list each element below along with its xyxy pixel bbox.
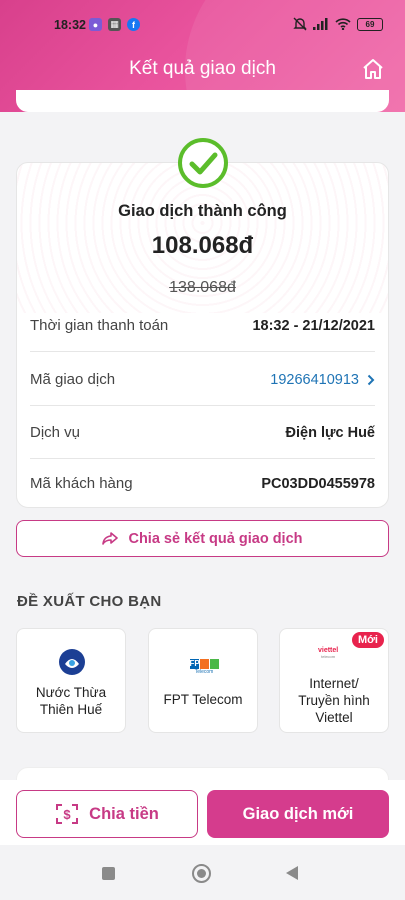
row-label: Thời gian thanh toán [30, 317, 169, 334]
recent-apps-button[interactable] [102, 867, 115, 880]
divider [30, 351, 375, 352]
status-bar: 18:32 ● ▦ f 69 [0, 0, 405, 48]
row-transaction-id[interactable]: Mã giao dịch 19266410913 [30, 353, 375, 406]
row-value: Điện lực Huế [285, 424, 375, 441]
battery-icon: 69 [357, 17, 383, 31]
row-label: Dịch vụ [30, 424, 81, 441]
battery-level: 69 [365, 19, 375, 29]
fpt-logo-icon: FPT Telecom [187, 659, 221, 675]
share-label: Chia sẻ kết quả giao dịch [128, 530, 303, 547]
split-bill-button[interactable]: $ Chia tiền [16, 790, 198, 838]
row-service: Dịch vụ Điện lực Huế [30, 406, 375, 459]
app-grid-icon: ▦ [108, 18, 121, 31]
success-check-icon [178, 138, 228, 188]
chevron-right-icon [367, 374, 375, 385]
split-bill-label: Chia tiền [89, 804, 159, 823]
back-nav-button[interactable] [286, 866, 298, 880]
suggestions-title: ĐỀ XUẤT CHO BẠN [17, 593, 162, 610]
home-nav-button[interactable] [192, 864, 211, 883]
home-icon[interactable] [361, 58, 385, 80]
signal-icon [313, 18, 328, 30]
messenger-icon: ● [89, 18, 102, 31]
new-badge: Mới [351, 632, 384, 648]
previous-card-fragment [16, 90, 389, 112]
transaction-id-link[interactable]: 19266410913 [270, 372, 375, 388]
row-payment-time: Thời gian thanh toán 18:32 - 21/12/2021 [30, 299, 375, 352]
facebook-icon: f [127, 18, 140, 31]
row-customer-code: Mã khách hàng PC03DD0455978 [30, 457, 375, 510]
suggestion-name: Internet/ Truyền hình Viettel [298, 676, 370, 725]
suggestion-name: Nước Thừa Thiên Huế [35, 685, 107, 717]
mute-bell-icon [293, 17, 307, 31]
row-value: 19266410913 [270, 371, 359, 388]
status-time: 18:32 [54, 18, 86, 32]
page-title: Kết quả giao dịch [129, 58, 276, 79]
transaction-status: Giao dịch thành công [118, 202, 287, 220]
row-value: PC03DD0455978 [261, 475, 375, 492]
suggestion-fpt-telecom[interactable]: FPT Telecom FPT Telecom [148, 628, 258, 733]
svg-text:$: $ [64, 807, 72, 822]
row-label: Mã giao dịch [30, 371, 116, 388]
status-icons: 69 [293, 17, 383, 31]
share-result-button[interactable]: Chia sẻ kết quả giao dịch [16, 520, 389, 557]
share-arrow-icon [102, 532, 119, 545]
row-value: 18:32 - 21/12/2021 [252, 317, 375, 334]
row-label: Mã khách hàng [30, 475, 133, 492]
split-money-icon: $ [56, 804, 79, 824]
water-company-logo-icon [59, 649, 85, 675]
new-transaction-label: Giao dịch mới [242, 804, 354, 823]
paid-amount: 108.068đ [151, 232, 254, 259]
suggestion-name: FPT Telecom [163, 692, 243, 707]
original-amount: 138.068đ [169, 279, 236, 296]
suggestion-water-hue[interactable]: Nước Thừa Thiên Huế [16, 628, 126, 733]
new-transaction-button[interactable]: Giao dịch mới [207, 790, 389, 838]
viettel-logo-icon: viettel telecom [318, 647, 339, 659]
wifi-icon [335, 18, 351, 30]
suggestion-viettel[interactable]: Mới viettel telecom Internet/ Truyền hìn… [279, 628, 389, 733]
